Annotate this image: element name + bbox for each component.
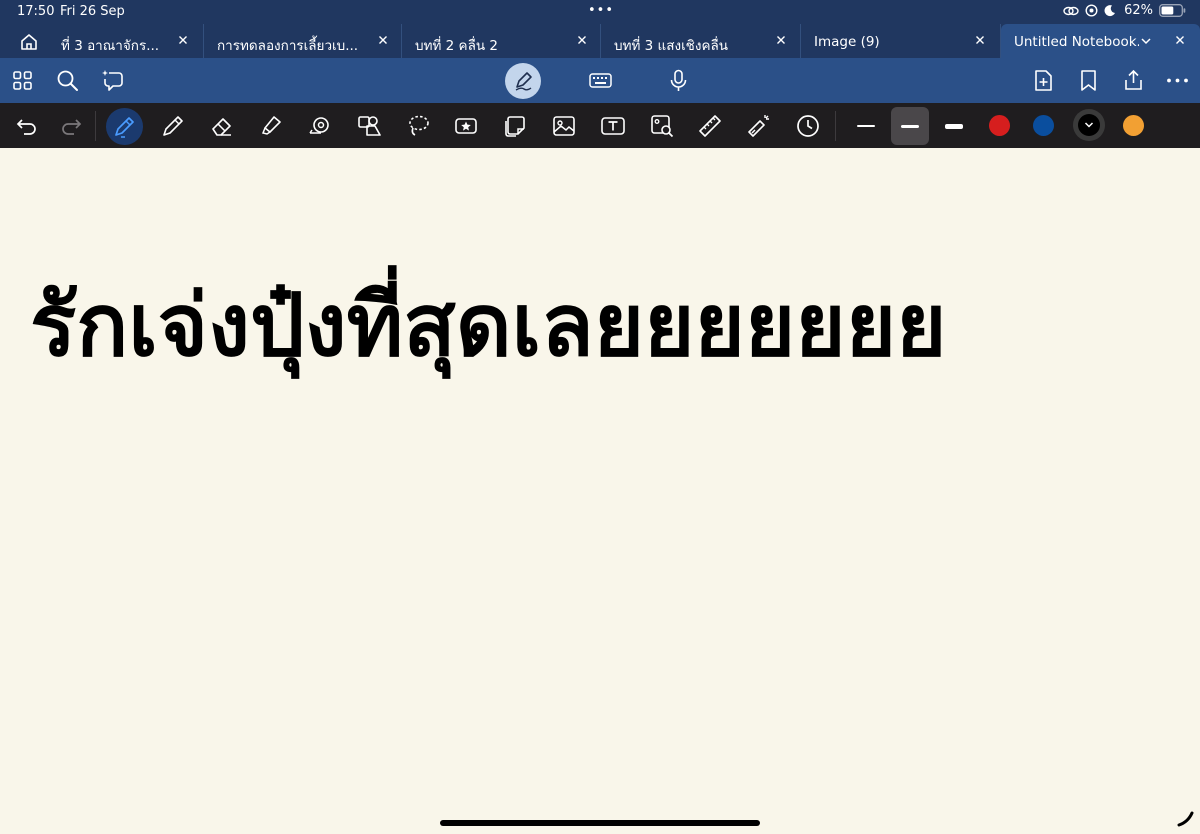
ruler-icon[interactable] bbox=[697, 113, 723, 139]
sticky-note-icon[interactable] bbox=[502, 113, 528, 139]
link-icon bbox=[1063, 6, 1079, 15]
toolbar-divider bbox=[95, 111, 96, 141]
more-icon[interactable] bbox=[1165, 68, 1190, 93]
tab-label: Image (9) bbox=[814, 34, 880, 50]
tab-2[interactable]: บทที่ 2 คลื่น 2 bbox=[402, 24, 601, 58]
home-icon[interactable] bbox=[18, 31, 40, 53]
pencil-tool-icon[interactable] bbox=[160, 113, 186, 139]
image-tool-icon[interactable] bbox=[551, 113, 577, 139]
history-icon[interactable] bbox=[795, 113, 821, 139]
tab-0[interactable]: ที่ 3 อาณาจักร... bbox=[48, 24, 204, 58]
pen-tool-button[interactable] bbox=[106, 108, 143, 145]
stroke-thick-button[interactable] bbox=[935, 107, 973, 145]
search-icon[interactable] bbox=[55, 68, 80, 93]
chevron-down-icon[interactable] bbox=[1139, 34, 1153, 48]
close-icon[interactable] bbox=[376, 33, 390, 47]
grid-icon[interactable] bbox=[10, 68, 35, 93]
tab-label: บทที่ 3 แสงเชิงคลื่น bbox=[614, 38, 728, 54]
tab-5-active[interactable]: Untitled Notebook... bbox=[1001, 24, 1200, 58]
pen-tool-icon bbox=[115, 117, 134, 138]
eraser-tool-icon[interactable] bbox=[209, 113, 235, 139]
add-page-icon[interactable] bbox=[1031, 68, 1056, 93]
color-blue-swatch[interactable] bbox=[1033, 115, 1054, 136]
tab-label: Untitled Notebook... bbox=[1014, 34, 1139, 50]
redo-icon[interactable] bbox=[58, 113, 84, 139]
moon-icon bbox=[1104, 5, 1116, 17]
battery-percent: 62% bbox=[1124, 3, 1153, 18]
microphone-icon[interactable] bbox=[666, 68, 691, 93]
chevron-down-icon bbox=[1084, 122, 1094, 128]
tab-label: ที่ 3 อาณาจักร... bbox=[61, 38, 160, 54]
tab-1[interactable]: การทดลองการเลี้ยวเบ... bbox=[204, 24, 402, 58]
shape-tool-icon[interactable] bbox=[356, 113, 382, 139]
tab-label: การทดลองการเลี้ยวเบ... bbox=[217, 38, 359, 54]
keyboard-icon[interactable] bbox=[588, 68, 613, 93]
highlighter-tool-icon[interactable] bbox=[258, 113, 284, 139]
stroke-thin-preview bbox=[857, 125, 875, 127]
canvas-text: รักเจ่งปุ๋งที่สุดเลยยยยยยย bbox=[30, 276, 947, 376]
home-indicator[interactable] bbox=[440, 820, 760, 826]
close-icon[interactable] bbox=[575, 33, 589, 47]
pen-mode-button[interactable] bbox=[505, 63, 541, 99]
stroke-thick-preview bbox=[945, 124, 963, 129]
tab-bar: ที่ 3 อาณาจักร... การทดลองการเลี้ยวเบ...… bbox=[0, 24, 1200, 58]
tape-tool-icon[interactable] bbox=[307, 113, 333, 139]
bookmark-icon[interactable] bbox=[1076, 68, 1101, 93]
close-icon[interactable] bbox=[1173, 33, 1187, 47]
drawing-toolbar bbox=[0, 103, 1200, 148]
color-black-swatch-selected[interactable] bbox=[1073, 109, 1105, 141]
image-search-icon[interactable] bbox=[649, 113, 675, 139]
status-bar: 17:50 Fri 26 Sep ••• 62% bbox=[0, 0, 1200, 24]
text-tool-icon[interactable] bbox=[600, 113, 626, 139]
status-time: 17:50 bbox=[17, 4, 55, 19]
notebook-canvas[interactable]: รักเจ่งปุ๋งที่สุดเลยยยยยยย bbox=[0, 148, 1200, 834]
sticker-tool-icon[interactable] bbox=[453, 113, 479, 139]
color-red-swatch[interactable] bbox=[989, 115, 1010, 136]
multitask-dots[interactable]: ••• bbox=[588, 3, 614, 18]
stroke-medium-button[interactable] bbox=[891, 107, 929, 145]
focus-icon bbox=[1085, 4, 1098, 17]
tab-3[interactable]: บทที่ 3 แสงเชิงคลื่น bbox=[601, 24, 801, 58]
toolbar-divider bbox=[835, 111, 836, 141]
battery-icon bbox=[1159, 4, 1186, 17]
pencil-hover-icon bbox=[1177, 811, 1194, 827]
tab-label: บทที่ 2 คลื่น 2 bbox=[415, 38, 498, 54]
lasso-tool-icon[interactable] bbox=[405, 113, 431, 139]
stroke-medium-preview bbox=[901, 125, 919, 128]
close-icon[interactable] bbox=[973, 33, 987, 47]
status-date: Fri 26 Sep bbox=[60, 4, 125, 19]
tab-4[interactable]: Image (9) bbox=[801, 24, 1001, 58]
share-icon[interactable] bbox=[1121, 68, 1146, 93]
ai-assist-icon[interactable] bbox=[100, 68, 125, 93]
close-icon[interactable] bbox=[176, 33, 190, 47]
stroke-thin-button[interactable] bbox=[847, 107, 885, 145]
color-orange-swatch[interactable] bbox=[1123, 115, 1144, 136]
app-toolbar bbox=[0, 58, 1200, 103]
undo-icon[interactable] bbox=[14, 113, 40, 139]
close-icon[interactable] bbox=[774, 33, 788, 47]
status-indicators: 62% bbox=[1063, 3, 1186, 18]
pen-mode-icon bbox=[515, 72, 532, 91]
laser-pointer-icon[interactable] bbox=[746, 113, 772, 139]
